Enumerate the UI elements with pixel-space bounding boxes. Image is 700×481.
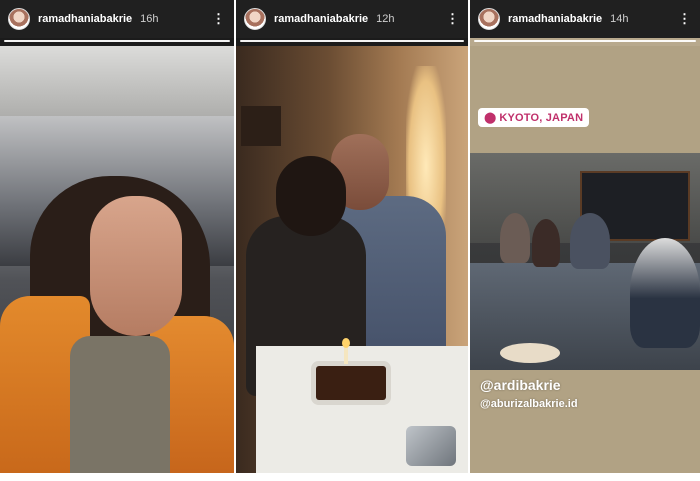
progress-segment [240, 40, 464, 42]
woman-hair [276, 156, 346, 236]
location-text: KYOTO, JAPAN [499, 111, 584, 124]
progress-bar [474, 40, 696, 42]
avatar[interactable] [244, 8, 266, 30]
person [570, 213, 610, 269]
timestamp: 14h [610, 13, 629, 25]
story-header: ramadhaniabakrie 14h ⋮ [470, 0, 700, 38]
avatar[interactable] [478, 8, 500, 30]
candle-flame [342, 338, 350, 348]
story-header: ramadhaniabakrie 12h ⋮ [236, 0, 468, 38]
birthday-cake [316, 366, 386, 400]
face [90, 196, 182, 336]
story-photo-selfie [0, 46, 234, 473]
location-sticker[interactable]: ⬤ KYOTO, JAPAN [478, 108, 590, 127]
story-panel-3[interactable]: ramadhaniabakrie 14h ⋮ ⬤ KYOTO, JAPAN @a… [470, 0, 700, 473]
location-pin-icon: ⬤ [484, 112, 497, 124]
person [532, 219, 560, 267]
story-panel-2[interactable]: ramadhaniabakrie 12h ⋮ [236, 0, 468, 473]
username[interactable]: ramadhaniabakrie [508, 13, 602, 25]
shelf [241, 106, 281, 146]
timestamp: 12h [376, 13, 395, 25]
progress-segment [4, 40, 230, 42]
more-icon[interactable]: ⋮ [212, 11, 226, 27]
more-icon[interactable]: ⋮ [678, 11, 692, 27]
avatar[interactable] [8, 8, 30, 30]
username[interactable]: ramadhaniabakrie [38, 13, 132, 25]
progress-bar [4, 40, 230, 42]
story-photo-birthday [236, 46, 468, 473]
story-photo-dinner [470, 153, 700, 370]
sweater [70, 336, 170, 473]
progress-bar [240, 40, 464, 42]
timestamp: 16h [140, 13, 159, 25]
cutlery [406, 426, 456, 466]
story-header: ramadhaniabakrie 16h ⋮ [0, 0, 234, 38]
story-panel-1[interactable]: ramadhaniabakrie 16h ⋮ [0, 0, 234, 473]
person [630, 238, 700, 348]
progress-segment [474, 40, 696, 42]
plate [500, 343, 560, 363]
username[interactable]: ramadhaniabakrie [274, 13, 368, 25]
ceiling [0, 46, 234, 116]
more-icon[interactable]: ⋮ [446, 11, 460, 27]
candle [344, 346, 348, 364]
mention-tag[interactable]: @ardibakrie [480, 377, 561, 393]
person [500, 213, 530, 263]
mention-tag[interactable]: @aburizalbakrie.id [480, 398, 578, 410]
